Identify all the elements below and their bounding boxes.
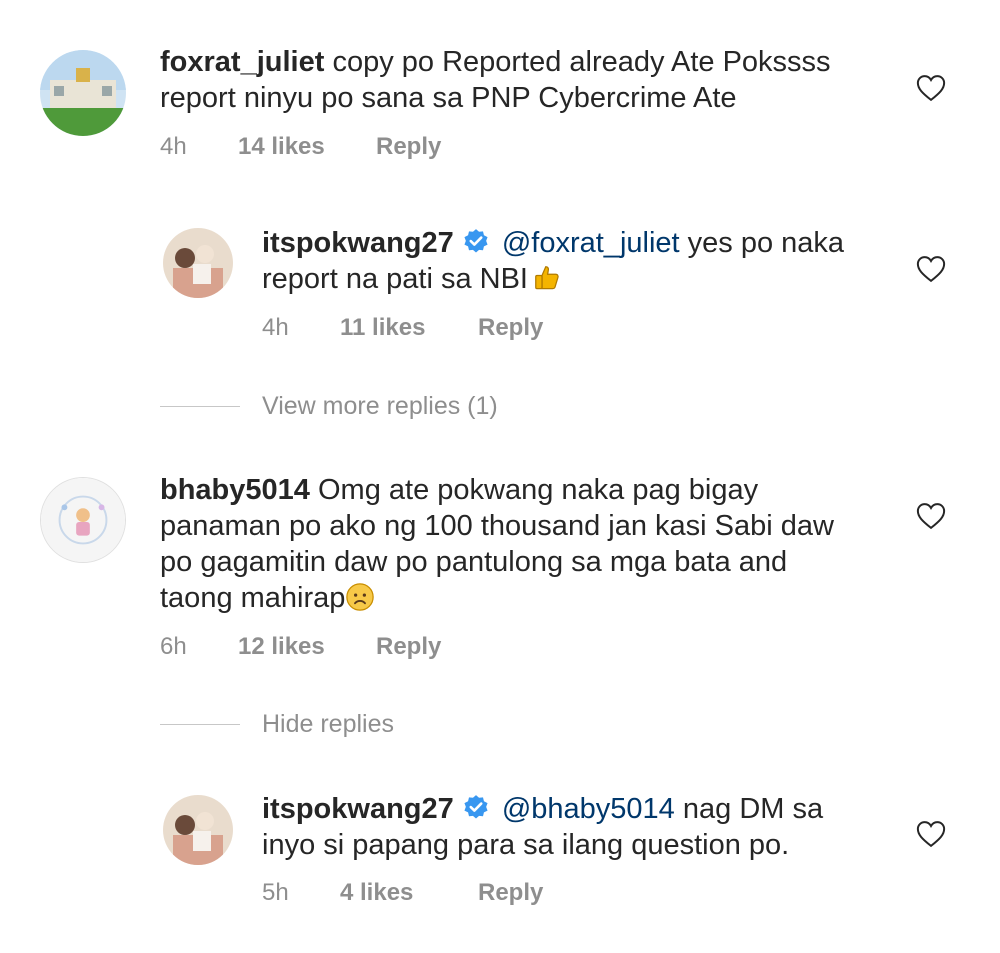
- comment-text: nag DM sa: [682, 793, 824, 825]
- timestamp: 5h: [262, 879, 289, 906]
- comment-text: report na pati sa NBI: [262, 263, 528, 295]
- likes-count[interactable]: 14 likes: [238, 133, 376, 161]
- thread-divider: [160, 406, 240, 407]
- thumbs-up-emoji-icon: [535, 266, 559, 290]
- timestamp: 4h: [160, 133, 187, 160]
- heart-icon[interactable]: [916, 74, 946, 102]
- timestamp: 4h: [262, 314, 289, 341]
- reply-button[interactable]: Reply: [376, 133, 441, 161]
- avatar[interactable]: [40, 477, 126, 563]
- username[interactable]: bhaby5014: [160, 474, 310, 506]
- comment-text: report ninyu po sana sa PNP Cybercrime A…: [160, 82, 737, 114]
- timestamp: 6h: [160, 633, 187, 660]
- avatar[interactable]: [40, 50, 126, 136]
- comment-text: yes po naka: [687, 227, 845, 259]
- mention-link[interactable]: @bhaby5014: [502, 793, 675, 825]
- avatar[interactable]: [163, 228, 233, 298]
- mention-link[interactable]: @foxrat_juliet: [502, 227, 680, 259]
- likes-count[interactable]: 12 likes: [238, 633, 376, 661]
- reply-button[interactable]: Reply: [376, 633, 441, 661]
- username[interactable]: itspokwang27: [262, 793, 454, 825]
- view-more-replies-label: View more replies (1): [262, 392, 498, 420]
- username[interactable]: foxrat_juliet: [160, 46, 324, 78]
- reply-button[interactable]: Reply: [478, 314, 543, 342]
- heart-icon[interactable]: [916, 502, 946, 530]
- reply-button[interactable]: Reply: [478, 879, 543, 907]
- comment-text: Omg ate pokwang naka pag bigay: [317, 474, 759, 506]
- likes-count[interactable]: 11 likes: [340, 314, 478, 342]
- hide-replies-button[interactable]: Hide replies: [160, 710, 394, 739]
- username[interactable]: itspokwang27: [262, 227, 454, 259]
- comment-text: panaman po ako ng 100 thousand jan kasi …: [160, 510, 834, 542]
- verified-badge-icon: [464, 229, 488, 253]
- hide-replies-label: Hide replies: [262, 710, 395, 738]
- likes-count[interactable]: 4 likes: [340, 879, 478, 907]
- heart-icon[interactable]: [916, 255, 946, 283]
- heart-icon[interactable]: [916, 820, 946, 848]
- comment-text: copy po Reported already Ate Pokssss: [332, 46, 831, 78]
- comment-text: po gagamitin daw po pantulong sa mga bat…: [160, 546, 788, 578]
- worried-face-emoji-icon: [346, 583, 375, 611]
- avatar[interactable]: [163, 795, 233, 865]
- comment-text: taong mahirap: [160, 582, 346, 614]
- view-more-replies-button[interactable]: View more replies (1): [160, 392, 498, 421]
- verified-badge-icon: [464, 795, 488, 819]
- thread-divider: [160, 724, 240, 725]
- comment-text: inyo si papang para sa ilang question po…: [262, 829, 790, 861]
